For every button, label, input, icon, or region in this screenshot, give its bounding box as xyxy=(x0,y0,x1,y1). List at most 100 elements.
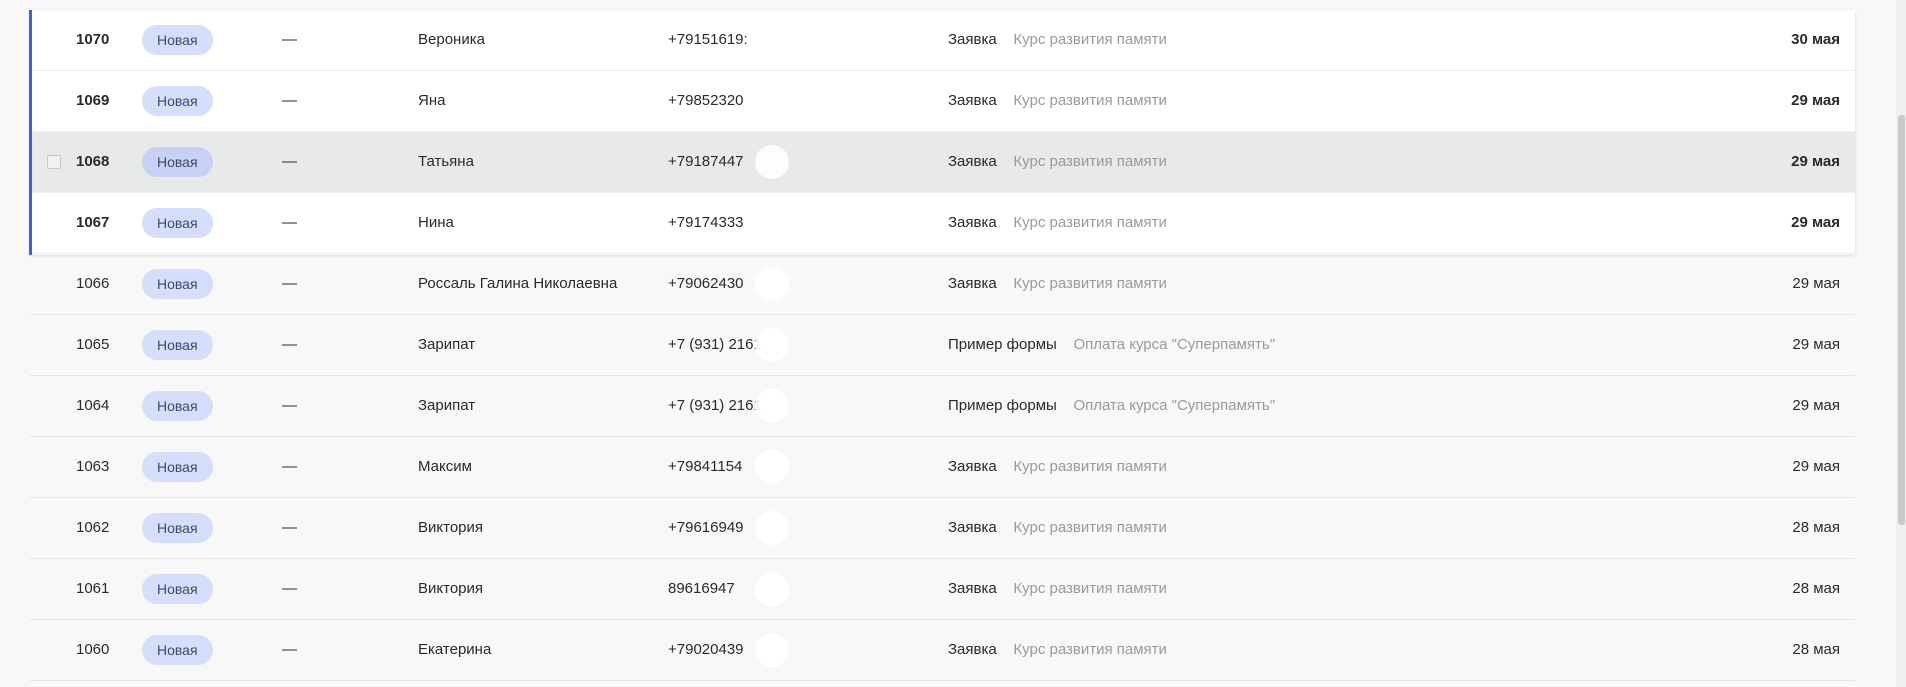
table-row[interactable]: 1069 Новая — Яна +79852320 Заявка Курс р… xyxy=(30,71,1855,132)
client-phone: +7 (931) 2161 xyxy=(668,336,762,353)
lead-type: Заявка xyxy=(948,153,997,170)
table-row[interactable]: 1061 Новая — Виктория 89616947 Заявка Ку… xyxy=(30,559,1855,620)
lead-number: 1066 xyxy=(76,275,110,292)
lead-type: Заявка xyxy=(948,641,997,658)
table-row[interactable]: 1067 Новая — Нина +79174333 Заявка Курс … xyxy=(30,193,1855,254)
lead-date: 29 мая xyxy=(1792,275,1840,292)
status-badge[interactable]: Новая xyxy=(142,25,213,55)
lead-date: 29 мая xyxy=(1792,397,1840,414)
lead-type-cell: Пример формы Оплата курса "Суперпамять" xyxy=(948,376,1275,436)
table-row[interactable]: 1068 Новая — Татьяна +79187447 Заявка Ку… xyxy=(30,132,1855,193)
lead-type-cell: Заявка Курс развития памяти xyxy=(948,132,1167,192)
client-phone: +79151619: xyxy=(668,31,748,48)
scrollbar-thumb[interactable] xyxy=(1898,115,1905,525)
status-badge[interactable]: Новая xyxy=(142,269,213,299)
assignee-cell: — xyxy=(282,519,297,536)
lead-type: Пример формы xyxy=(948,397,1057,414)
lead-type: Заявка xyxy=(948,519,997,536)
client-name: Россаль Галина Николаевна xyxy=(418,275,618,292)
status-badge[interactable]: Новая xyxy=(142,574,213,604)
status-badge[interactable]: Новая xyxy=(142,86,213,116)
status-badge[interactable]: Новая xyxy=(142,147,213,177)
unread-accent-bar xyxy=(29,10,32,255)
client-phone: +7 (931) 2161 xyxy=(668,397,762,414)
redaction-blur xyxy=(755,389,789,423)
lead-source: Курс развития памяти xyxy=(1013,519,1167,536)
redaction-blur xyxy=(755,633,789,667)
client-name: Зарипат xyxy=(418,397,476,414)
lead-type-cell: Заявка Курс развития памяти xyxy=(948,559,1167,619)
lead-type-cell: Заявка Курс развития памяти xyxy=(948,254,1167,314)
lead-source: Курс развития памяти xyxy=(1013,214,1167,231)
status-badge[interactable]: Новая xyxy=(142,208,213,238)
lead-type-cell: Заявка Курс развития памяти xyxy=(948,71,1167,131)
scrollbar[interactable] xyxy=(1896,0,1906,687)
client-name: Максим xyxy=(418,458,472,475)
table-row[interactable]: 1060 Новая — Екатерина +79020439 Заявка … xyxy=(30,620,1855,681)
lead-type: Заявка xyxy=(948,275,997,292)
lead-source: Курс развития памяти xyxy=(1013,153,1167,170)
assignee-cell: — xyxy=(282,397,297,414)
lead-number: 1060 xyxy=(76,641,110,658)
lead-number: 1069 xyxy=(76,92,110,109)
client-name: Нина xyxy=(418,214,454,231)
assignee-cell: — xyxy=(282,275,297,292)
lead-source: Оплата курса "Суперпамять" xyxy=(1073,397,1276,414)
table-row[interactable]: 1063 Новая — Максим +79841154 Заявка Кур… xyxy=(30,437,1855,498)
table-row[interactable]: 1064 Новая — Зарипат +7 (931) 2161 Приме… xyxy=(30,376,1855,437)
status-badge[interactable]: Новая xyxy=(142,635,213,665)
lead-date: 29 мая xyxy=(1792,336,1840,353)
lead-number: 1067 xyxy=(76,214,110,231)
table-row[interactable]: 1062 Новая — Виктория +79616949 Заявка К… xyxy=(30,498,1855,559)
assignee-cell: — xyxy=(282,92,297,109)
lead-date: 28 мая xyxy=(1792,519,1840,536)
status-badge[interactable]: Новая xyxy=(142,330,213,360)
lead-number: 1068 xyxy=(76,153,110,170)
lead-type-cell: Заявка Курс развития памяти xyxy=(948,620,1167,680)
lead-number: 1063 xyxy=(76,458,110,475)
lead-type: Заявка xyxy=(948,580,997,597)
lead-type-cell: Пример формы Оплата курса "Суперпамять" xyxy=(948,315,1275,375)
lead-number: 1070 xyxy=(76,31,110,48)
lead-date: 29 мая xyxy=(1791,214,1840,231)
client-phone: 89616947 xyxy=(668,580,735,597)
lead-type: Пример формы xyxy=(948,336,1057,353)
lead-source: Курс развития памяти xyxy=(1013,580,1167,597)
redaction-blur xyxy=(755,450,789,484)
table-row[interactable]: 1065 Новая — Зарипат +7 (931) 2161 Приме… xyxy=(30,315,1855,376)
leads-list: 1070 Новая — Вероника +79151619: Заявка … xyxy=(30,10,1855,681)
client-phone: +79020439 xyxy=(668,641,744,658)
lead-date: 28 мая xyxy=(1792,641,1840,658)
assignee-cell: — xyxy=(282,336,297,353)
client-name: Виктория xyxy=(418,580,484,597)
client-phone: +79174333 xyxy=(668,214,744,231)
client-phone: +79187447 xyxy=(668,153,744,170)
assignee-cell: — xyxy=(282,214,297,231)
lead-source: Курс развития памяти xyxy=(1013,31,1167,48)
assignee-cell: — xyxy=(282,153,297,170)
table-row[interactable]: 1070 Новая — Вероника +79151619: Заявка … xyxy=(30,10,1855,71)
client-name: Екатерина xyxy=(418,641,492,658)
lead-date: 29 мая xyxy=(1791,92,1840,109)
status-badge[interactable]: Новая xyxy=(142,391,213,421)
lead-type-cell: Заявка Курс развития памяти xyxy=(948,498,1167,558)
table-row[interactable]: 1066 Новая — Россаль Галина Николаевна +… xyxy=(30,254,1855,315)
redaction-blur xyxy=(755,511,789,545)
client-name: Виктория xyxy=(418,519,484,536)
redaction-blur xyxy=(755,267,789,301)
status-badge[interactable]: Новая xyxy=(142,513,213,543)
lead-type: Заявка xyxy=(948,214,997,231)
lead-source: Курс развития памяти xyxy=(1013,92,1167,109)
status-badge[interactable]: Новая xyxy=(142,452,213,482)
client-phone: +79062430 xyxy=(668,275,744,292)
redaction-blur xyxy=(755,23,789,57)
redaction-blur xyxy=(755,84,789,118)
redaction-blur xyxy=(755,145,789,179)
client-name: Вероника xyxy=(418,31,485,48)
row-checkbox[interactable] xyxy=(47,155,61,169)
assignee-cell: — xyxy=(282,458,297,475)
lead-source: Курс развития памяти xyxy=(1013,275,1167,292)
assignee-cell: — xyxy=(282,580,297,597)
lead-source: Курс развития памяти xyxy=(1013,458,1167,475)
assignee-cell: — xyxy=(282,31,297,48)
